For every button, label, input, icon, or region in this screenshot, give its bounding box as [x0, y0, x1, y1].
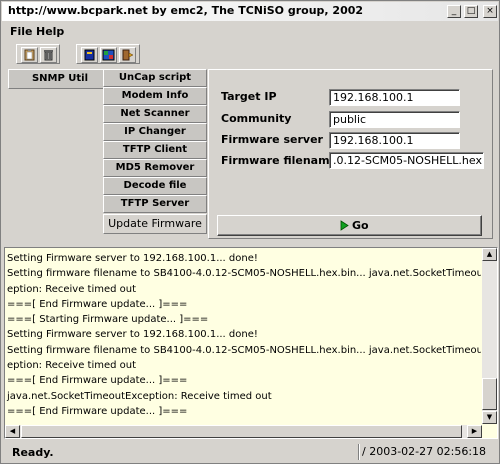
play-arrow-icon	[340, 220, 349, 231]
clipboard-icon[interactable]	[21, 47, 38, 63]
vertical-scrollbar[interactable]: ▲ ▼	[482, 248, 497, 424]
close-button[interactable]: ×	[483, 5, 497, 18]
status-timestamp: / 2003-02-27 02:56:18	[362, 445, 487, 458]
firmware-server-label: Firmware server	[221, 133, 323, 146]
scroll-up-icon[interactable]: ▲	[482, 248, 497, 261]
log-line: ===[ End Firmware update... ]===	[7, 298, 188, 310]
log-output: Setting Firmware server to 192.168.100.1…	[5, 248, 481, 426]
trash-icon[interactable]	[40, 47, 57, 63]
status-separator	[358, 444, 360, 460]
scroll-right-icon[interactable]: ▶	[467, 425, 482, 438]
horizontal-scroll-thumb[interactable]	[21, 425, 462, 438]
tab-modem-info[interactable]: Modem Info	[103, 87, 207, 105]
go-label: Go	[352, 219, 369, 232]
tab-ip-changer[interactable]: IP Changer	[103, 123, 207, 141]
horizontal-scrollbar[interactable]: ◀ ▶	[5, 425, 482, 438]
firmware-filename-label: Firmware filename	[221, 154, 338, 167]
exit-door-icon[interactable]	[119, 47, 136, 63]
main-window: http://www.bcpark.net by emc2, The TCNiS…	[0, 0, 500, 464]
status-bar: Ready. / 2003-02-27 02:56:18	[2, 441, 498, 463]
target-ip-label: Target IP	[221, 90, 277, 103]
log-area[interactable]: Setting Firmware server to 192.168.100.1…	[4, 247, 498, 439]
toolbar	[2, 43, 498, 65]
log-line: ===[ Starting Firmware update... ]===	[7, 314, 209, 326]
grid-icon[interactable]	[100, 47, 117, 63]
tab-uncap-script[interactable]: UnCap script	[103, 69, 207, 87]
log-line: java.net.SocketTimeoutException: Receive…	[7, 390, 272, 402]
tab-net-scanner[interactable]: Net Scanner	[103, 105, 207, 123]
tab-decode-file[interactable]: Decode file	[103, 177, 207, 195]
window-title: http://www.bcpark.net by emc2, The TCNiS…	[8, 4, 364, 17]
tab-tftp-client[interactable]: TFTP Client	[103, 141, 207, 159]
tool-tabs: SNMP Util UnCap script Modem Info Net Sc…	[8, 69, 208, 236]
minimize-button[interactable]: _	[447, 5, 461, 18]
community-field[interactable]: public	[329, 111, 460, 128]
tab-tftp-server[interactable]: TFTP Server	[103, 195, 207, 213]
scroll-left-icon[interactable]: ◀	[5, 425, 20, 438]
menu-bar: File Help	[2, 22, 498, 41]
book-icon[interactable]	[81, 47, 98, 63]
log-line: ===[ End Firmware update... ]===	[7, 375, 188, 387]
log-line: ===[ End Firmware update... ]===	[7, 405, 188, 417]
scroll-down-icon[interactable]: ▼	[482, 411, 497, 424]
log-line: Setting Firmware server to 192.168.100.1…	[7, 253, 258, 264]
title-bar[interactable]: http://www.bcpark.net by emc2, The TCNiS…	[2, 2, 498, 21]
menu-help[interactable]: Help	[36, 25, 64, 38]
toolbar-group-tools	[76, 44, 140, 64]
log-line: eption: Receive timed out	[7, 360, 137, 372]
community-label: Community	[221, 112, 292, 125]
menu-file[interactable]: File	[10, 25, 33, 38]
toolbar-group-edit	[16, 44, 60, 64]
target-ip-field[interactable]: 192.168.100.1	[329, 89, 460, 106]
tab-md5-remover[interactable]: MD5 Remover	[103, 159, 207, 177]
maximize-button[interactable]: □	[464, 5, 478, 18]
log-line: Setting firmware filename to SB4100-4.0.…	[7, 268, 481, 280]
update-firmware-panel: Target IP 192.168.100.1 Community public…	[208, 69, 493, 239]
vertical-scroll-thumb[interactable]	[482, 378, 497, 410]
log-line: Setting firmware filename to SB4100-4.0.…	[7, 344, 481, 356]
firmware-filename-field[interactable]: .0.12-SCM05-NOSHELL.hex.bin	[329, 152, 484, 169]
log-line: Setting Firmware server to 192.168.100.1…	[7, 329, 258, 341]
tab-update-firmware[interactable]: Update Firmware	[103, 214, 207, 234]
tab-snmp-util[interactable]: SNMP Util	[8, 69, 112, 89]
status-text: Ready.	[12, 446, 54, 459]
firmware-server-field[interactable]: 192.168.100.1	[329, 132, 460, 149]
log-line: eption: Receive timed out	[7, 283, 137, 295]
go-button[interactable]: Go	[217, 215, 482, 236]
